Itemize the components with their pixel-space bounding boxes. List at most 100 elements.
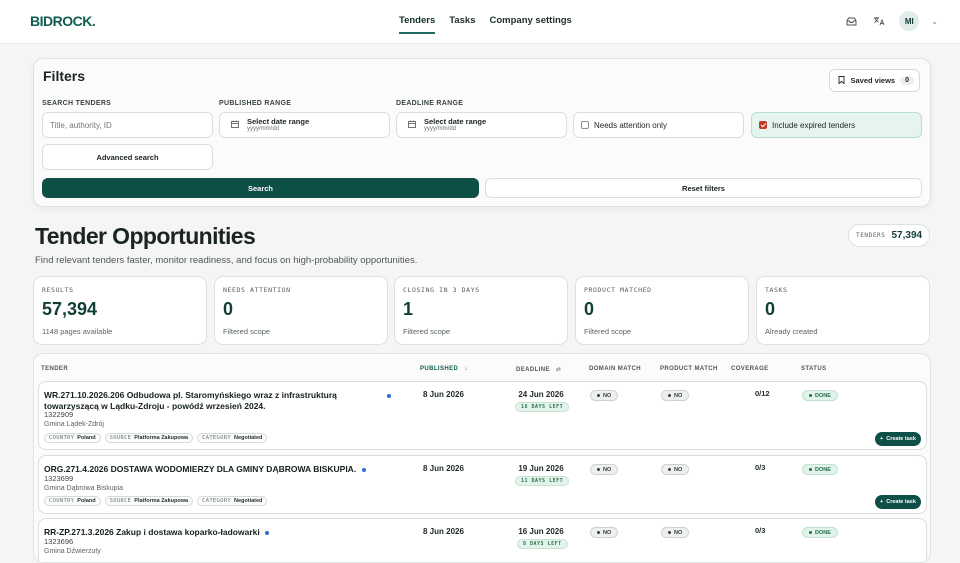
calendar-icon [231,120,240,130]
product-match-value: NO [674,466,683,473]
needs-attention-checkbox[interactable] [581,121,589,129]
table-row[interactable]: ORG.271.4.2026 DOSTAWA WODOMIERZY DLA GM… [38,455,927,514]
inbox-icon[interactable] [843,13,859,29]
include-expired-toggle[interactable]: Include expired tenders [751,112,922,138]
tenders-count-label: TENDERS [856,232,886,239]
domain-match-badge: NO [590,390,619,401]
tag-key: COUNTRY [49,498,75,504]
create-task-label: Create task [886,436,916,442]
tag-source: SOURCE Platforma Zakupowa [104,433,194,443]
saved-views-count: 0 [900,76,914,85]
stat-card-tasks: TASKS 0 Already created [756,276,930,345]
table-row[interactable]: RR-ZP.271.3.2026 Zakup i dostawa koparko… [38,518,927,562]
tender-tags: COUNTRY Poland SOURCE Platforma Zakupowa C… [44,433,268,443]
deadline-range-format: yyyy/mm/dd [424,125,457,132]
published-date: 8 Jun 2026 [423,527,464,536]
plus-icon: + [880,499,884,505]
search-button[interactable]: Search [42,178,479,198]
tenders-count-value: 57,394 [891,230,923,241]
stat-label: PRODUCT MATCHED [584,286,652,294]
product-match-value: NO [674,529,683,536]
published-range-picker[interactable]: Select date range yyyy/mm/dd [219,112,390,138]
published-date: 8 Jun 2026 [423,464,464,473]
domain-match-value: NO [603,466,612,473]
deadline-range-text: Select date range yyyy/mm/dd [424,117,486,133]
tag-value: Negotiated [233,435,263,441]
stat-card-product-matched: PRODUCT MATCHED 0 Filtered scope [575,276,749,345]
tag-key: SOURCE [109,498,132,504]
stat-value: 1 [403,299,414,319]
chevron-down-icon[interactable]: ⌄ [931,17,938,26]
column-header-domain-match[interactable]: DOMAIN MATCH [589,366,641,372]
tender-title[interactable]: WR.271.10.2026.206 Odbudowa pl. Staromyń… [44,390,389,411]
column-header-deadline[interactable]: DEADLINE ⇄ [516,366,561,373]
column-header-status[interactable]: STATUS [801,366,827,372]
app-logo[interactable]: BIDROCK. [30,13,96,29]
tender-title[interactable]: ORG.271.4.2026 DOSTAWA WODOMIERZY DLA GM… [44,464,389,475]
tender-id: 1323696 [44,537,74,546]
needs-attention-toggle[interactable]: Needs attention only [573,112,744,138]
deadline-date: 16 Jun 2026 [518,527,564,536]
column-header-tender[interactable]: TENDER [41,366,68,372]
bookmark-icon [838,75,845,86]
unread-dot-icon [387,394,391,398]
advanced-search-button[interactable]: Advanced search [42,144,213,170]
status-dot-icon [597,531,600,534]
stat-value: 57,394 [42,299,98,319]
days-left-badge: 16 DAYS LEFT [515,402,570,412]
column-header-product-match[interactable]: PRODUCT MATCH [660,366,718,372]
nav-tasks[interactable]: Tasks [449,15,475,34]
stat-card-closing-soon: CLOSING IN 3 DAYS 1 Filtered scope [394,276,568,345]
tag-country: COUNTRY Poland [44,433,101,443]
nav-company-settings[interactable]: Company settings [490,15,572,34]
days-left-badge: 11 DAYS LEFT [515,476,570,486]
translate-icon[interactable] [871,13,887,29]
needs-attention-label: Needs attention only [594,120,667,130]
deadline-date: 24 Jun 2026 [518,390,564,399]
stat-label: TASKS [765,286,788,294]
published-range-placeholder: Select date range [247,116,310,126]
avatar[interactable]: MI [899,11,920,31]
unread-dot-icon [265,530,270,535]
table-row[interactable]: WR.271.10.2026.206 Odbudowa pl. Staromyń… [38,381,927,450]
product-match-value: NO [674,392,683,399]
status-dot-icon [597,394,600,397]
status-value: DONE [815,466,831,473]
stat-sub: 1148 pages available [42,327,113,336]
tender-title[interactable]: RR-ZP.271.3.2026 Zakup i dostawa koparko… [44,527,389,538]
status-dot-icon [668,394,671,397]
plus-icon: + [880,436,884,442]
tag-category: CATEGORY Negotiated [197,433,268,443]
filters-title: Filters [43,68,86,84]
status-dot-icon [809,531,812,534]
published-date: 8 Jun 2026 [423,390,464,399]
published-range-label: PUBLISHED RANGE [219,100,292,107]
stat-value: 0 [765,299,776,319]
create-task-button[interactable]: + Create task [875,495,921,509]
tender-id: 1322909 [44,410,74,419]
filters-panel: Filters Saved views 0 SEARCH TENDERS PUB… [33,58,931,207]
column-header-published[interactable]: PUBLISHED ↓ [420,366,468,372]
stat-card-results: RESULTS 57,394 1148 pages available [33,276,207,345]
include-expired-checkbox[interactable] [759,121,767,129]
top-actions: MI ⌄ [843,11,938,31]
days-left-badge: 8 DAYS LEFT [517,539,568,549]
reset-filters-button[interactable]: Reset filters [485,178,922,198]
stat-card-needs-attention: NEEDS ATTENTION 0 Filtered scope [214,276,388,345]
saved-views-button[interactable]: Saved views 0 [829,69,920,92]
stat-sub: Filtered scope [403,327,451,336]
nav-tenders[interactable]: Tenders [399,15,436,34]
create-task-button[interactable]: + Create task [875,432,921,446]
domain-match-badge: NO [590,464,619,475]
status-dot-icon [809,394,812,397]
status-dot-icon [809,468,812,471]
search-input[interactable] [43,120,212,130]
deadline-range-picker[interactable]: Select date range yyyy/mm/dd [396,112,567,138]
tag-key: CATEGORY [202,498,231,504]
column-header-coverage[interactable]: COVERAGE [731,366,769,372]
tag-value: Poland [77,435,96,441]
coverage-value: 0/12 [755,389,770,398]
search-field [42,112,213,138]
deadline-range-label: DEADLINE RANGE [396,100,464,107]
status-badge: DONE [802,464,838,475]
